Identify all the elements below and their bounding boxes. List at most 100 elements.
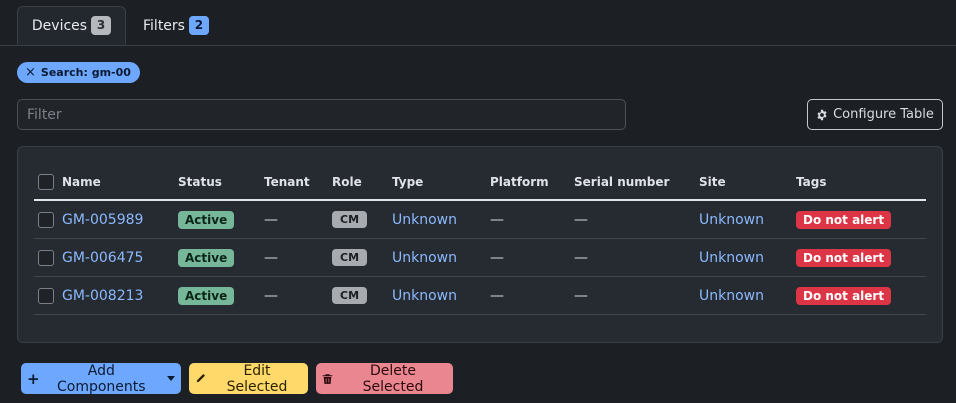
platform-value: — [490,249,504,266]
tags-cell: Do not alert [796,276,926,315]
platform-cell: — [490,200,574,239]
tags-cell: Do not alert [796,238,926,277]
device-name-cell: GM-005989 [62,200,178,239]
devices-table-card: Name Status Tenant Role Type Platform Se… [17,146,943,343]
row-select-cell [34,276,62,315]
serial-value: — [574,211,588,228]
plus-icon: + [27,369,40,388]
type-link[interactable]: Unknown [392,212,457,228]
column-header-type[interactable]: Type [392,165,490,201]
select-all-checkbox[interactable] [38,174,54,190]
row-checkbox[interactable] [38,287,54,304]
configure-table-label: Configure Table [833,107,934,122]
role-badge[interactable]: CM [332,211,368,228]
role-cell: CM [332,276,392,315]
serial-value: — [574,249,588,266]
tab-filters-label: Filters [143,17,185,34]
tag-badge[interactable]: Do not alert [796,286,892,305]
type-cell: Unknown [392,238,490,277]
delete-selected-button[interactable]: Delete Selected [316,362,453,395]
caret-down-icon [167,376,175,381]
tab-bar: Devices 3 Filters 2 [0,0,956,46]
platform-value: — [490,287,504,304]
tenant-value: — [264,211,278,228]
serial-cell: — [574,276,699,315]
table-row: GM-006475 Active — CM Unknown — — Unknow… [34,238,926,277]
tag-badge[interactable]: Do not alert [796,210,892,229]
tab-filters[interactable]: Filters 2 [130,6,222,45]
device-name-link[interactable]: GM-006475 [62,250,143,266]
device-name-link[interactable]: GM-008213 [62,288,143,304]
site-link[interactable]: Unknown [699,288,764,304]
tenant-cell: — [264,276,332,315]
platform-cell: — [490,238,574,277]
column-header-site[interactable]: Site [699,165,796,201]
devices-table: Name Status Tenant Role Type Platform Se… [34,165,926,315]
row-select-cell [34,200,62,239]
platform-value: — [490,211,504,228]
configure-table-button[interactable]: Configure Table [807,99,943,130]
tenant-cell: — [264,238,332,277]
site-cell: Unknown [699,200,796,239]
table-row: GM-005989 Active — CM Unknown — — Unknow… [34,200,926,239]
site-link[interactable]: Unknown [699,250,764,266]
status-badge: Active [178,286,235,305]
device-name-cell: GM-008213 [62,276,178,315]
tag-badge[interactable]: Do not alert [796,248,892,267]
tab-devices[interactable]: Devices 3 [17,6,126,45]
site-link[interactable]: Unknown [699,212,764,228]
device-name-cell: GM-006475 [62,238,178,277]
type-link[interactable]: Unknown [392,250,457,266]
role-cell: CM [332,200,392,239]
search-filter-chip-label: Search: gm-00 [40,66,131,79]
column-header-role[interactable]: Role [332,165,392,201]
column-header-platform[interactable]: Platform [490,165,574,201]
add-components-label: Add Components [57,362,146,395]
search-filter-chip[interactable]: × Search: gm-00 [17,62,140,83]
serial-cell: — [574,200,699,239]
column-header-name[interactable]: Name [62,165,178,201]
role-badge[interactable]: CM [332,287,368,304]
column-header-tags[interactable]: Tags [796,165,926,201]
serial-value: — [574,287,588,304]
status-cell: Active [178,276,264,315]
tenant-value: — [264,287,278,304]
tab-filters-count-badge: 2 [188,16,209,35]
tab-devices-label: Devices [31,17,88,34]
type-cell: Unknown [392,200,490,239]
site-cell: Unknown [699,238,796,277]
pencil-icon [195,373,206,384]
column-header-status[interactable]: Status [178,165,264,201]
type-link[interactable]: Unknown [392,288,457,304]
status-badge: Active [178,248,235,267]
row-checkbox[interactable] [38,211,54,228]
close-icon[interactable]: × [25,65,36,80]
table-row: GM-008213 Active — CM Unknown — — Unknow… [34,276,926,315]
edit-selected-label: Edit Selected [226,362,288,395]
type-cell: Unknown [392,276,490,315]
tags-cell: Do not alert [796,200,926,239]
tenant-value: — [264,249,278,266]
column-header-serial-number[interactable]: Serial number [574,165,699,201]
add-components-button[interactable]: + Add Components [21,362,181,395]
column-header-tenant[interactable]: Tenant [264,165,332,201]
status-cell: Active [178,200,264,239]
device-name-link[interactable]: GM-005989 [62,212,143,228]
status-cell: Active [178,238,264,277]
select-all-header [34,165,62,201]
status-badge: Active [178,210,235,229]
row-select-cell [34,238,62,277]
trash-icon [322,373,333,385]
site-cell: Unknown [699,276,796,315]
tenant-cell: — [264,200,332,239]
role-badge[interactable]: CM [332,249,368,266]
delete-selected-label: Delete Selected [362,362,424,395]
filter-input[interactable] [17,99,626,130]
serial-cell: — [574,238,699,277]
platform-cell: — [490,276,574,315]
edit-selected-button[interactable]: Edit Selected [189,362,308,395]
role-cell: CM [332,238,392,277]
tab-devices-count-badge: 3 [91,16,112,35]
row-checkbox[interactable] [38,249,54,266]
gear-icon [816,109,828,121]
